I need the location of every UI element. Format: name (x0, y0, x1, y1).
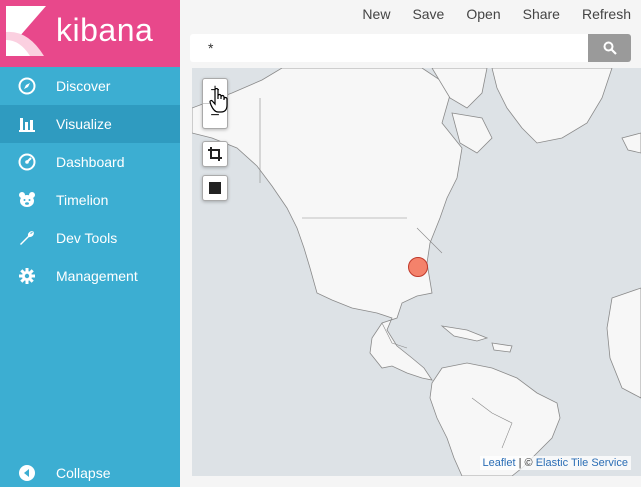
sidebar-item-label: Timelion (56, 192, 109, 208)
refresh-button[interactable]: Refresh (582, 6, 631, 22)
search-icon (603, 41, 617, 55)
bottom-strip (180, 476, 641, 487)
share-button[interactable]: Share (523, 6, 560, 22)
sidebar-item-label: Management (56, 268, 138, 284)
search-input[interactable] (190, 34, 588, 62)
collapse-label: Collapse (56, 465, 111, 481)
sidebar-nav: Discover Visualize Dashboard Timelion De… (0, 67, 180, 295)
sidebar-item-label: Dashboard (56, 154, 125, 170)
compass-icon (17, 76, 37, 96)
save-button[interactable]: Save (412, 6, 444, 22)
leaflet-link[interactable]: Leaflet (483, 457, 516, 469)
query-bar (180, 28, 641, 68)
open-button[interactable]: Open (466, 6, 500, 22)
sidebar: kibana Discover Visualize Dashboard Time… (0, 0, 180, 487)
sidebar-item-dev-tools[interactable]: Dev Tools (0, 219, 180, 257)
draw-rectangle-control (202, 175, 228, 201)
bar-chart-icon (17, 114, 37, 134)
gear-icon (17, 266, 37, 286)
sidebar-item-label: Visualize (56, 116, 112, 132)
new-button[interactable]: New (362, 6, 390, 22)
crop-icon (208, 147, 222, 161)
fit-bounds-control (202, 141, 228, 167)
coordinate-map[interactable]: + − Leaflet | © Elastic Tile Service (192, 68, 641, 476)
search-button[interactable] (588, 34, 631, 62)
sidebar-item-timelion[interactable]: Timelion (0, 181, 180, 219)
sidebar-item-discover[interactable]: Discover (0, 67, 180, 105)
wrench-icon (17, 228, 37, 248)
sidebar-item-dashboard[interactable]: Dashboard (0, 143, 180, 181)
map-attribution: Leaflet | © Elastic Tile Service (479, 456, 631, 470)
square-icon (209, 182, 221, 194)
elastic-tile-service-link[interactable]: Elastic Tile Service (536, 457, 628, 469)
collapse-button[interactable]: Collapse (0, 454, 180, 492)
brand-header[interactable]: kibana (0, 0, 180, 67)
bear-icon (17, 190, 37, 210)
map-gutter (180, 68, 192, 476)
sidebar-item-label: Discover (56, 78, 111, 94)
dashboard-icon (17, 152, 37, 172)
sidebar-item-visualize[interactable]: Visualize (0, 105, 180, 143)
draw-rectangle-button[interactable] (203, 176, 227, 200)
sidebar-item-management[interactable]: Management (0, 257, 180, 295)
toolbar-menu: New Save Open Share Refresh (362, 6, 631, 22)
hand-cursor-icon (209, 88, 228, 113)
brand-name: kibana (56, 12, 154, 48)
kibana-logo-icon (6, 6, 46, 56)
top-toolbar: New Save Open Share Refresh (180, 0, 641, 28)
fit-bounds-button[interactable] (203, 142, 227, 166)
attribution-separator: | © (515, 457, 536, 469)
sidebar-item-label: Dev Tools (56, 230, 118, 246)
data-point-marker[interactable] (408, 257, 428, 277)
collapse-left-icon (17, 463, 37, 483)
